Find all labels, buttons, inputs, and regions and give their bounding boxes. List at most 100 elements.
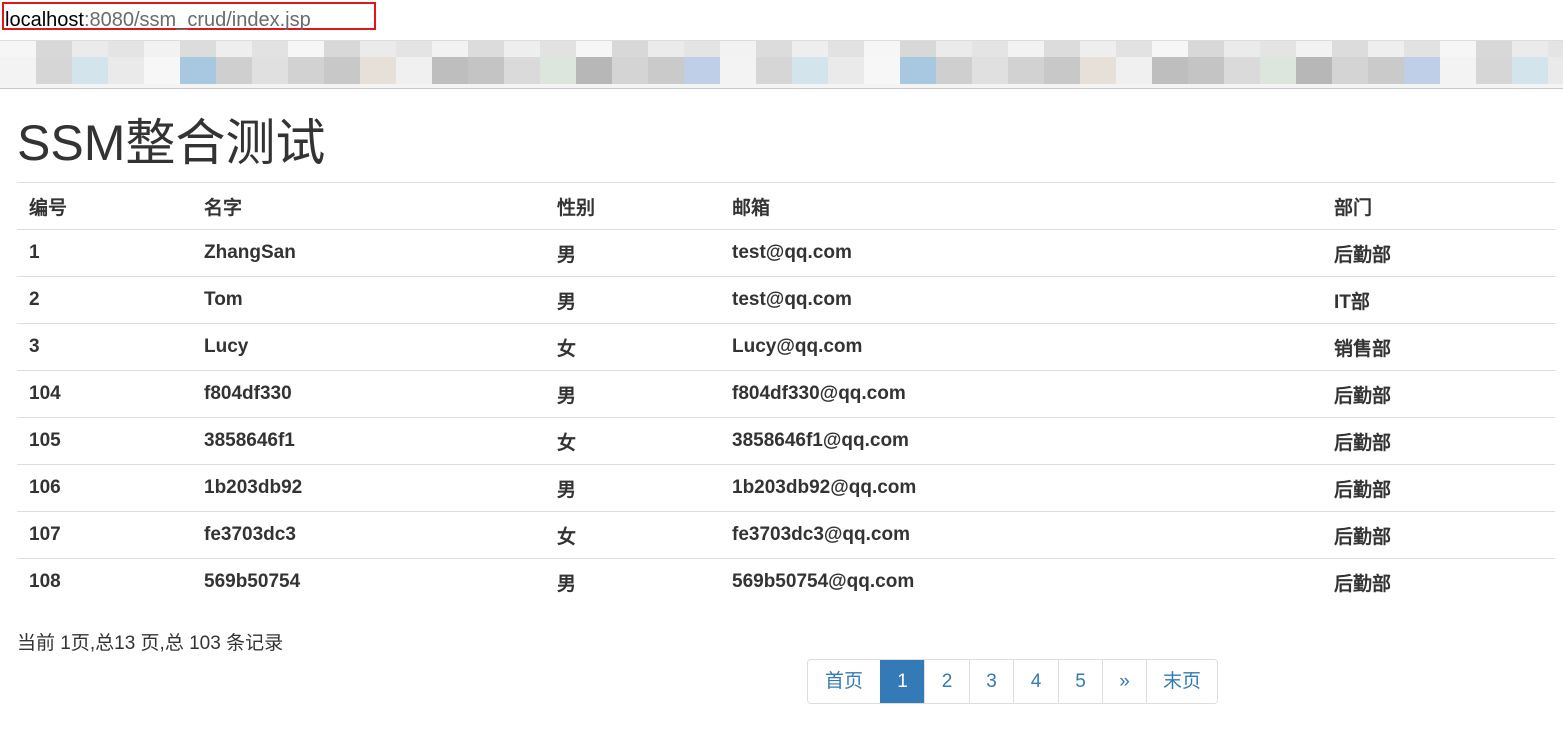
blurred-bookmark-cell xyxy=(468,57,504,84)
cell-gender: 男 xyxy=(545,558,720,605)
blurred-bookmark-cell xyxy=(756,57,792,84)
url-field[interactable]: localhost:8080/ssm_crud/index.jsp xyxy=(5,8,311,32)
table-row: 105 3858646f1 女 3858646f1@qq.com 后勤部 xyxy=(17,417,1555,465)
blurred-bookmark-cell xyxy=(72,41,108,57)
blurred-bookmark-cell xyxy=(1260,41,1296,57)
cell-id: 107 xyxy=(17,511,192,559)
blurred-bookmark-cell xyxy=(1044,41,1080,57)
cell-name: Lucy xyxy=(192,323,545,371)
table-row: 1 ZhangSan 男 test@qq.com 后勤部 xyxy=(17,229,1555,277)
page-3-button[interactable]: 3 xyxy=(969,660,1013,703)
blurred-bookmark-cell xyxy=(1152,41,1188,57)
table-row: 108 569b50754 男 569b50754@qq.com 后勤部 xyxy=(17,558,1555,605)
blurred-bookmark-cell xyxy=(1404,57,1440,84)
blurred-bookmark-cell xyxy=(396,41,432,57)
column-header-email: 邮箱 xyxy=(720,182,1322,230)
blurred-bookmark-cell xyxy=(36,41,72,57)
cell-name: ZhangSan xyxy=(192,229,545,277)
blurred-bookmark-cell xyxy=(216,41,252,57)
column-header-gender: 性别 xyxy=(545,182,720,230)
cell-id: 105 xyxy=(17,417,192,465)
table-row: 104 f804df330 男 f804df330@qq.com 后勤部 xyxy=(17,370,1555,418)
blurred-bookmark-cell xyxy=(792,57,828,84)
blurred-bookmark-cell xyxy=(612,57,648,84)
blurred-bookmark-cell xyxy=(1188,57,1224,84)
cell-name: fe3703dc3 xyxy=(192,511,545,559)
blurred-bookmark-cell xyxy=(648,41,684,57)
blurred-bookmark-cell xyxy=(180,41,216,57)
page-4-button[interactable]: 4 xyxy=(1013,660,1058,703)
blurred-bookmark-cell xyxy=(1404,41,1440,57)
blurred-bookmark-cell xyxy=(720,57,756,84)
blurred-bookmark-cell xyxy=(432,41,468,57)
cell-department: IT部 xyxy=(1322,276,1555,324)
cell-id: 108 xyxy=(17,558,192,605)
blurred-bookmark-cell xyxy=(1044,57,1080,84)
cell-id: 2 xyxy=(17,276,192,324)
blurred-bookmark-cell xyxy=(1116,41,1152,57)
page-title: SSM整合测试 xyxy=(17,115,326,171)
column-header-name: 名字 xyxy=(192,182,545,230)
blurred-bookmark-cell xyxy=(900,41,936,57)
last-page-button[interactable]: 末页 xyxy=(1146,660,1217,703)
cell-department: 后勤部 xyxy=(1322,417,1555,465)
table-row: 106 1b203db92 男 1b203db92@qq.com 后勤部 xyxy=(17,464,1555,512)
blurred-bookmark-cell xyxy=(972,57,1008,84)
blurred-bookmark-cell xyxy=(504,57,540,84)
blurred-bookmark-cell xyxy=(1080,41,1116,57)
cell-email: Lucy@qq.com xyxy=(720,323,1322,371)
cell-email: 1b203db92@qq.com xyxy=(720,464,1322,512)
cell-gender: 男 xyxy=(545,464,720,512)
blurred-bookmark-cell xyxy=(1296,57,1332,84)
page-2-button[interactable]: 2 xyxy=(924,660,969,703)
blurred-bookmark-cell xyxy=(1224,41,1260,57)
blurred-bookmark-cell xyxy=(468,41,504,57)
blurred-bookmark-cell xyxy=(720,41,756,57)
cell-email: f804df330@qq.com xyxy=(720,370,1322,418)
blurred-bookmark-cell xyxy=(1008,57,1044,84)
cell-gender: 男 xyxy=(545,276,720,324)
blurred-bookmark-cell xyxy=(0,41,36,57)
blurred-bookmark-cell xyxy=(252,57,288,84)
blurred-bookmark-cell xyxy=(396,57,432,84)
pagination: 首页 1 2 3 4 5 » 末页 xyxy=(807,659,1218,704)
blurred-bookmark-cell xyxy=(504,41,540,57)
blurred-bookmark-cell xyxy=(1188,41,1224,57)
blurred-bookmark-cell xyxy=(936,57,972,84)
cell-name: 3858646f1 xyxy=(192,417,545,465)
first-page-button[interactable]: 首页 xyxy=(808,660,880,703)
employee-table: 编号 名字 性别 邮箱 部门 1 ZhangSan 男 test@qq.com … xyxy=(17,182,1555,605)
blurred-bookmark-cell xyxy=(1080,57,1116,84)
blurred-bookmark-cell xyxy=(1476,41,1512,57)
address-bar: localhost:8080/ssm_crud/index.jsp xyxy=(0,0,1563,41)
page-1-button[interactable]: 1 xyxy=(880,660,924,703)
blurred-bookmark-cell xyxy=(936,41,972,57)
page-5-button[interactable]: 5 xyxy=(1058,660,1102,703)
blurred-bookmark-cell xyxy=(684,57,720,84)
cell-name: 1b203db92 xyxy=(192,464,545,512)
url-host: localhost xyxy=(5,9,84,31)
blurred-bookmark-cell xyxy=(1368,41,1404,57)
blurred-bookmark-cell xyxy=(612,41,648,57)
blurred-bookmark-cell xyxy=(288,57,324,84)
cell-email: test@qq.com xyxy=(720,276,1322,324)
cell-gender: 男 xyxy=(545,229,720,277)
blurred-bookmark-cell xyxy=(144,57,180,84)
blurred-bookmark-cell xyxy=(1008,41,1044,57)
blurred-bookmark-cell xyxy=(1260,57,1296,84)
cell-id: 1 xyxy=(17,229,192,277)
blurred-bookmark-cell xyxy=(792,41,828,57)
blurred-bookmark-cell xyxy=(864,57,900,84)
blurred-bookmark-cell xyxy=(360,41,396,57)
next-page-button[interactable]: » xyxy=(1102,660,1146,703)
blurred-bookmark-cell xyxy=(1116,57,1152,84)
cell-id: 104 xyxy=(17,370,192,418)
blurred-bookmark-cell xyxy=(1440,57,1476,84)
blurred-bookmark-cell xyxy=(540,41,576,57)
bookmarks-bar-blurred xyxy=(0,41,1563,89)
blurred-bookmark-cell xyxy=(576,41,612,57)
blurred-bookmark-cell xyxy=(72,57,108,84)
column-header-department: 部门 xyxy=(1322,182,1555,230)
blurred-bookmark-cell xyxy=(1548,41,1563,57)
url-path: :8080/ssm_crud/index.jsp xyxy=(83,9,311,31)
